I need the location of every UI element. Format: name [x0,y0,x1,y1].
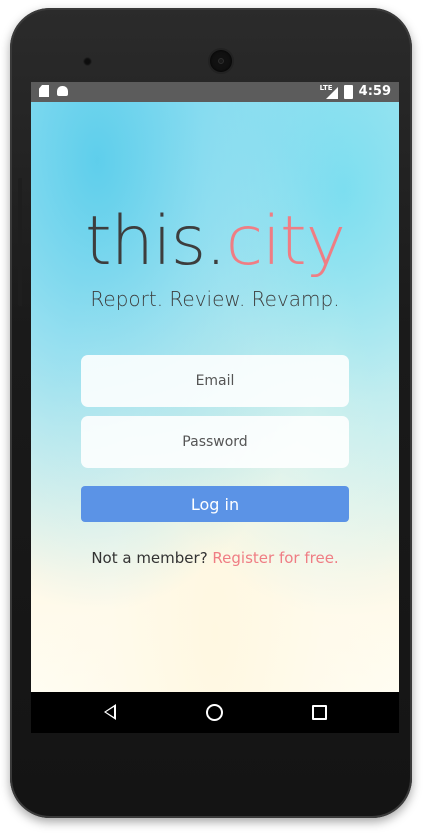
android-icon [57,86,68,96]
status-bar: LTE 4:59 [31,82,399,102]
register-prompt: Not a member? Register for free. [31,549,399,567]
brand-logo: this.city [31,208,399,276]
navigation-bar [31,692,399,733]
login-screen: this.city Report. Review. Revamp. Log in… [31,102,399,692]
earpiece-speaker-icon [210,50,232,72]
brand-this: this. [85,202,227,281]
register-prompt-text: Not a member? [91,549,213,567]
register-link[interactable]: Register for free. [212,549,338,567]
clock: 4:59 [358,84,391,99]
signal-icon: LTE [320,84,338,99]
login-button[interactable]: Log in [81,486,349,522]
recent-apps-icon[interactable] [312,705,327,720]
front-camera-icon [83,57,92,66]
battery-icon [343,84,353,99]
volume-button [18,178,22,306]
email-field[interactable] [81,355,349,407]
home-icon[interactable] [206,704,223,721]
sd-card-icon [39,85,49,97]
back-icon[interactable] [104,704,116,720]
tagline: Report. Review. Revamp. [90,287,340,311]
brand-city: city [225,202,346,281]
password-field[interactable] [81,416,349,468]
screen: LTE 4:59 this.city Report. Review. Revam… [31,82,399,733]
